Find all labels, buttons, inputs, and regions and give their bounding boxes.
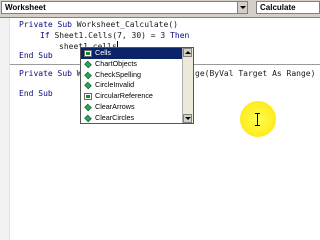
- chevron-down-icon[interactable]: [237, 2, 247, 13]
- autocomplete-items: Cells ChartObjects CheckSpelling CircleInva…: [81, 48, 183, 124]
- code-line-6: End Sub: [19, 89, 53, 99]
- code-text: Worksheet_Calculate(): [71, 20, 178, 29]
- keyword: End Sub: [19, 51, 53, 60]
- property-icon: [84, 50, 92, 57]
- autocomplete-item[interactable]: ClearArrows: [81, 102, 183, 113]
- code-line-4: End Sub: [19, 51, 53, 61]
- code-text: Sheet1.Cells(7, 30) = 3: [49, 31, 171, 40]
- autocomplete-item[interactable]: Cells: [81, 48, 183, 59]
- autocomplete-item-label: ClearArrows: [95, 101, 135, 111]
- editor-margin: [0, 18, 10, 240]
- code-window-toolbar: Worksheet Calculate: [0, 0, 320, 18]
- procedure-dropdown[interactable]: Calculate: [256, 1, 320, 14]
- code-line-2: If Sheet1.Cells(7, 30) = 3 Then: [40, 31, 189, 41]
- autocomplete-item-label: ClearCircles: [95, 112, 135, 122]
- autocomplete-item[interactable]: CheckSpelling: [81, 70, 183, 81]
- code-line-5: Private Sub W: [19, 69, 82, 79]
- keyword: If: [40, 31, 50, 40]
- keyword: Then: [170, 31, 190, 40]
- method-icon: [84, 114, 92, 122]
- method-icon: [84, 103, 92, 112]
- autocomplete-item[interactable]: CircleInvalid: [81, 80, 183, 91]
- scroll-down-icon[interactable]: [183, 114, 192, 123]
- autocomplete-item-label: ChartObjects: [95, 58, 137, 68]
- object-dropdown[interactable]: Worksheet: [1, 1, 248, 14]
- procedure-dropdown-value: Calculate: [260, 3, 296, 12]
- scroll-up-icon[interactable]: [183, 48, 192, 57]
- code-text: ge(ByVal Target As Range): [195, 69, 316, 78]
- autocomplete-item-label: CircleInvalid: [95, 80, 135, 90]
- code-line-5-tail: ge(ByVal Target As Range): [195, 69, 315, 79]
- method-icon: [84, 82, 92, 90]
- cursor-highlight: [240, 101, 276, 137]
- method-icon: [84, 60, 92, 69]
- autocomplete-item[interactable]: ChartObjects: [81, 59, 183, 70]
- autocomplete-list[interactable]: Cells ChartObjects CheckSpelling CircleInva…: [80, 47, 194, 124]
- method-icon: [84, 71, 92, 79]
- autocomplete-item[interactable]: ClearCircles: [81, 113, 183, 124]
- autocomplete-item-label: CircularReference: [95, 91, 153, 101]
- code-line-1: Private Sub Worksheet_Calculate(): [19, 20, 178, 30]
- autocomplete-item-label: CheckSpelling: [95, 69, 141, 79]
- ibeam-cursor-icon: [255, 113, 260, 126]
- property-icon: [84, 93, 92, 101]
- keyword: End Sub: [19, 89, 53, 98]
- autocomplete-item-label: Cells: [95, 48, 111, 57]
- keyword: Private Sub: [19, 20, 72, 29]
- object-dropdown-value: Worksheet: [5, 3, 46, 12]
- autocomplete-item[interactable]: CircularReference: [81, 91, 183, 102]
- keyword: Private Sub: [19, 69, 72, 78]
- vertical-scrollbar[interactable]: [182, 48, 193, 123]
